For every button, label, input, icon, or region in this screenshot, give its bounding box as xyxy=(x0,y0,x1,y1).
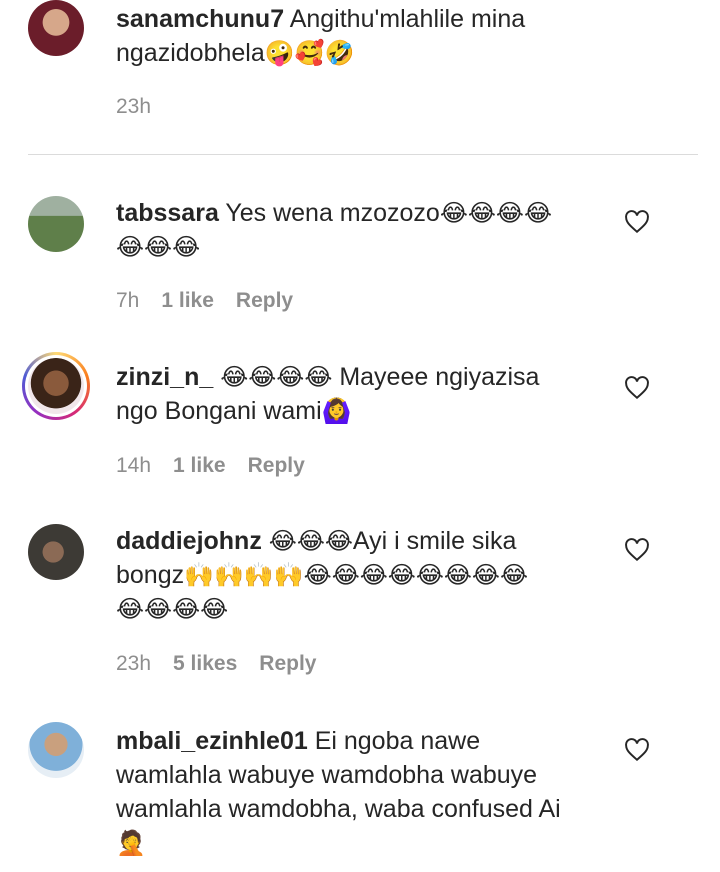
avatar[interactable] xyxy=(28,196,84,252)
comment-time: 23h xyxy=(116,652,152,675)
avatar[interactable] xyxy=(28,0,84,56)
heart-outline-icon[interactable] xyxy=(624,738,650,762)
like-count[interactable]: 1 like xyxy=(161,289,214,313)
username[interactable]: sanamchunu7 xyxy=(116,5,284,33)
heart-outline-icon[interactable] xyxy=(624,210,650,234)
reply-button[interactable]: Reply xyxy=(248,454,305,478)
comment-time: 14h xyxy=(116,454,152,477)
comment-text: sanamchunu7 Angithu'mlahlile mina ngazid… xyxy=(116,5,526,67)
comment-meta: 23h 5 likes Reply xyxy=(116,652,316,676)
comment-text: zinzi_n_ 😂😂😂😂 Mayeee ngiyazisa ngo Bonga… xyxy=(116,363,540,425)
comment-text: mbali_ezinhle01 Ei ngoba nawe wamlahla w… xyxy=(116,727,561,857)
reply-button[interactable]: Reply xyxy=(259,652,316,676)
heart-outline-icon[interactable] xyxy=(624,538,650,562)
username[interactable]: tabssara xyxy=(116,199,219,227)
comment-time: 23h xyxy=(116,95,152,118)
comment-meta: 14h 1 like Reply xyxy=(116,454,305,478)
comment-meta: 23h xyxy=(116,95,151,119)
avatar-story-ring[interactable] xyxy=(22,352,90,420)
comment-text: daddiejohnz 😂😂😂Ayi i smile sika bongz🙌🙌🙌… xyxy=(116,527,528,623)
username[interactable]: mbali_ezinhle01 xyxy=(116,727,308,755)
divider xyxy=(28,154,698,155)
like-count[interactable]: 5 likes xyxy=(173,652,237,676)
heart-outline-icon[interactable] xyxy=(624,376,650,400)
reply-button[interactable]: Reply xyxy=(236,289,293,313)
comment-meta: 7h 1 like Reply xyxy=(116,289,293,313)
comment-text: tabssara Yes wena mzozozo😂😂😂😂 😂😂😂 xyxy=(116,199,553,261)
comment-time: 7h xyxy=(116,289,140,312)
like-count[interactable]: 1 like xyxy=(173,454,226,478)
username[interactable]: zinzi_n_ xyxy=(116,363,213,391)
username[interactable]: daddiejohnz xyxy=(116,527,262,555)
avatar[interactable] xyxy=(28,722,84,778)
avatar[interactable] xyxy=(28,524,84,580)
